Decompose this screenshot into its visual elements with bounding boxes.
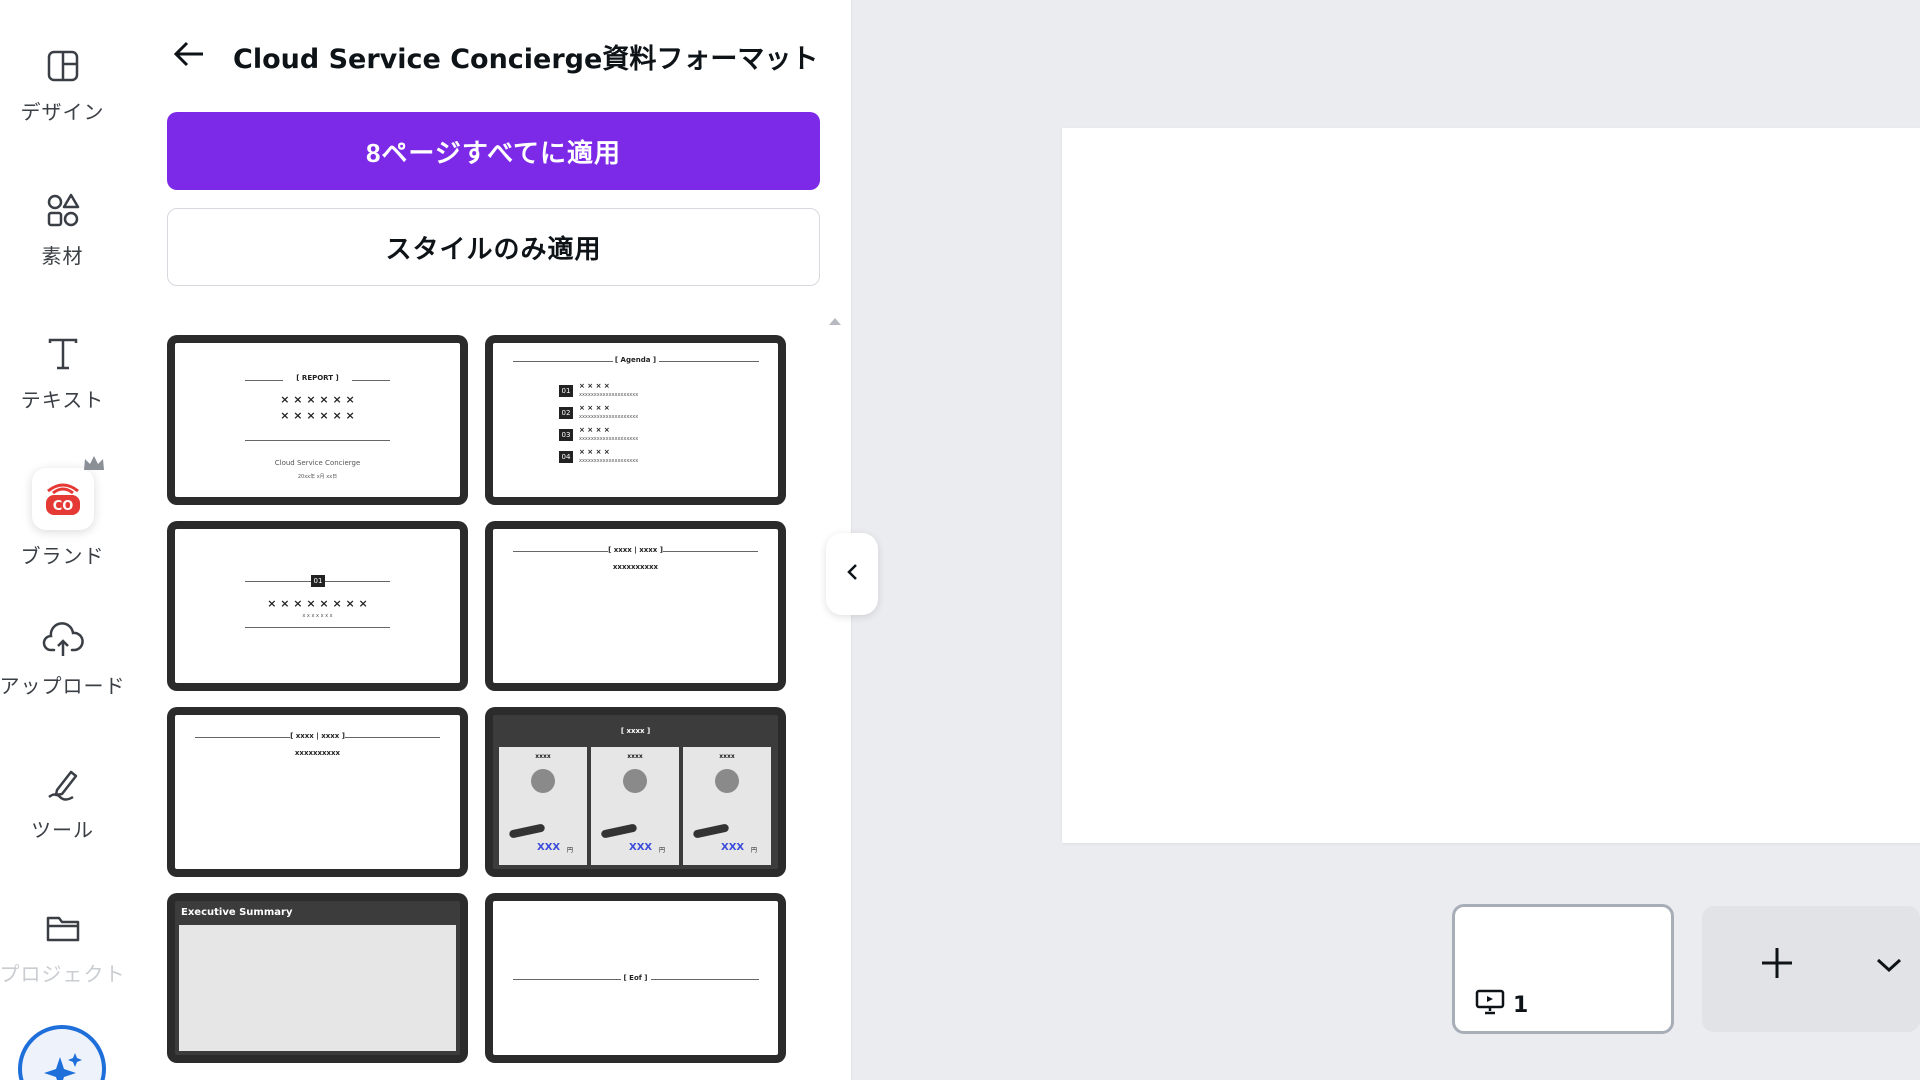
slide-title: × × × × × × × × [267,597,368,610]
column-value: XXX [537,842,561,853]
page-number: 1 [1475,989,1528,1021]
template-page-thumb[interactable]: [ Agenda ] 01 × × × × xxxxxxxxxxxxxxxxxx… [485,335,786,505]
apply-style-only-button[interactable]: スタイルのみ適用 [167,208,820,286]
page-number-label: 1 [1513,992,1529,1018]
slide-preview: [ REPORT ] × × × × × × × × × × × × Cloud… [175,343,460,497]
left-rail: デザイン 素材 テキスト CO ブランド アップロード ツール プロジェクト [0,0,125,1080]
pen-tool-icon [41,762,85,806]
column-value: XXX [629,842,653,853]
template-page-thumb[interactable]: [ Eof ] [485,893,786,1063]
rail-item-elements[interactable]: 素材 [0,188,125,308]
column-unit: 円 [659,847,666,854]
slide-preview: [ xxxx ] xxxx XXX 円 xxxx XXX 円 xxxx XXX … [493,715,778,869]
slide-line: × × × × × × [280,393,355,406]
apply-all-pages-button[interactable]: 8ページすべてに適用 [167,112,820,190]
rail-item-design[interactable]: デザイン [0,44,125,164]
slide-heading: [ xxxx ] [620,727,651,735]
slide-preview: [ xxxx | xxxx ] xxxxxxxxxx [493,529,778,683]
agenda-sub: xxxxxxxxxxxxxxxxxxxx [579,458,639,464]
template-page-thumb[interactable]: [ REPORT ] × × × × × × × × × × × × Cloud… [167,335,468,505]
scrollbar-up-arrow[interactable] [825,312,845,330]
agenda-num: 04 [559,451,573,463]
agenda-title: × × × × [579,382,610,390]
design-canvas[interactable] [1062,128,1920,843]
slide-preview: 01 × × × × × × × × x x x x x x x [175,529,460,683]
slide-heading: Executive Summary [181,907,293,918]
template-page-thumb[interactable]: Executive Summary [167,893,468,1063]
rail-label-tools: ツール [31,818,94,842]
brand-icon: CO [31,456,104,530]
agenda-sub: xxxxxxxxxxxxxxxxxxxx [579,436,639,442]
slide-preview: [ Eof ] [493,901,778,1055]
slide-column: xxxx XXX 円 [591,747,679,865]
text-icon [41,332,85,376]
rail-label-elements: 素材 [41,244,84,268]
arrow-left-icon [172,39,206,73]
sparkle-icon [40,1051,84,1080]
layout-icon [41,44,85,88]
rail-item-text[interactable]: テキスト [0,332,125,452]
column-title: xxxx [535,753,551,760]
agenda-sub: xxxxxxxxxxxxxxxxxxxx [579,414,639,420]
slide-line: × × × × × × [280,409,355,422]
agenda-title: × × × × [579,404,610,412]
page-thumbnail[interactable]: 1 [1452,904,1674,1034]
chevron-left-icon [845,562,859,586]
slide-preview: [ xxxx | xxxx ] xxxxxxxxxx [175,715,460,869]
agenda-title: × × × × [579,448,610,456]
panel-title: Cloud Service Concierge資料フォーマット [233,43,819,75]
column-title: xxxx [627,753,643,760]
agenda-sub: xxxxxxxxxxxxxxxxxxxx [579,392,639,398]
column-value: XXX [721,842,745,853]
crown-icon [82,454,106,476]
slide-column: xxxx XXX 円 [499,747,587,865]
slide-sub: x x x x x x x [302,613,333,619]
rail-item-brand[interactable]: CO ブランド [0,456,125,588]
svg-text:CO: CO [52,499,73,514]
slide-heading: [ Agenda ] [614,356,657,364]
rail-item-projects[interactable]: プロジェクト [0,906,125,1026]
add-page-button[interactable] [1702,906,1920,1032]
agenda-num: 03 [559,429,573,441]
slide-preview: [ Agenda ] 01 × × × × xxxxxxxxxxxxxxxxxx… [493,343,778,497]
rail-item-tools[interactable]: ツール [0,762,125,882]
agenda-num: 01 [559,385,573,397]
rail-label-text: テキスト [20,388,105,412]
slide-heading: [ xxxx | xxxx ] [608,546,663,554]
slide-heading: [ Eof ] [623,974,648,982]
presentation-icon [1475,989,1505,1021]
column-unit: 円 [567,847,574,854]
back-button[interactable] [167,34,211,78]
rail-label-projects: プロジェクト [0,962,126,986]
agenda-title: × × × × [579,426,610,434]
slide-date: 20xx年 x月 xx日 [297,474,338,480]
agenda-num: 02 [559,407,573,419]
rail-item-uploads[interactable]: アップロード [0,618,125,738]
chevron-down-icon[interactable] [1875,956,1903,978]
template-page-thumb[interactable]: [ xxxx ] xxxx XXX 円 xxxx XXX 円 xxxx XXX … [485,707,786,877]
panel-header: Cloud Service Concierge資料フォーマット [167,30,818,82]
cloud-upload-icon [41,618,85,662]
rail-label-uploads: アップロード [0,674,126,698]
slide-heading: [ REPORT ] [296,374,339,382]
template-page-thumb[interactable]: 01 × × × × × × × × x x x x x x x [167,521,468,691]
magic-button[interactable] [18,1025,106,1080]
plus-icon [1758,944,1796,986]
template-page-thumb[interactable]: [ xxxx | xxxx ] xxxxxxxxxx [167,707,468,877]
slide-sub: xxxxxxxxxx [612,563,659,571]
shapes-icon [41,188,85,232]
template-page-thumb[interactable]: [ xxxx | xxxx ] xxxxxxxxxx [485,521,786,691]
collapse-panel-button[interactable] [826,533,878,615]
slide-preview: Executive Summary [175,901,460,1055]
slide-column: xxxx XXX 円 [683,747,771,865]
slide-logo-text: Cloud Service Concierge [274,459,361,467]
column-unit: 円 [751,847,758,854]
rail-label-design: デザイン [20,100,105,124]
rail-label-brand: ブランド [20,544,105,568]
slide-sub: xxxxxxxxxx [294,749,341,757]
column-title: xxxx [719,753,735,760]
folder-icon [41,906,85,950]
slide-heading: [ xxxx | xxxx ] [290,732,345,740]
section-num: 01 [311,575,325,587]
